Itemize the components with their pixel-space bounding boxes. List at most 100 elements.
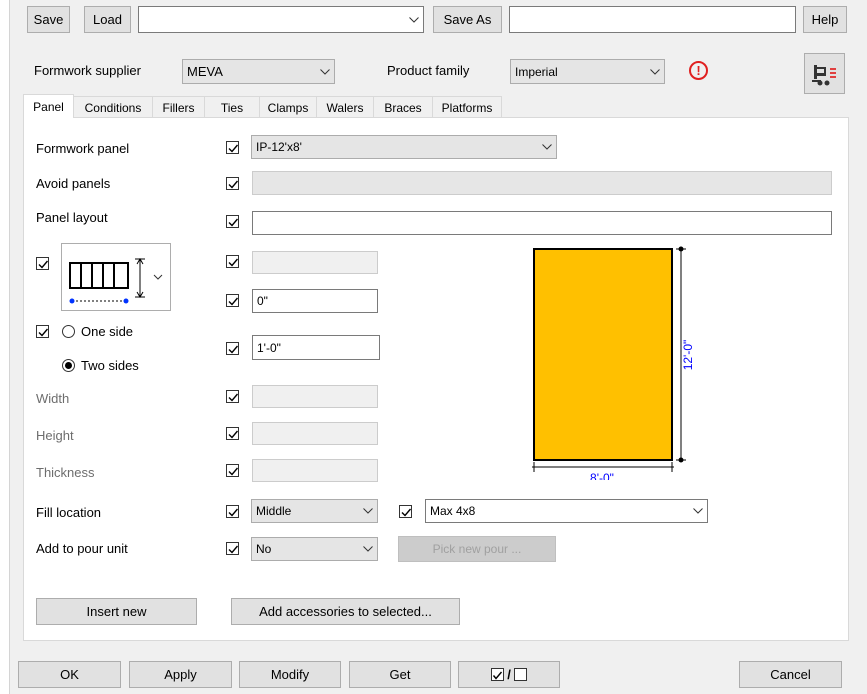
height-input[interactable] [252,422,378,445]
forklift-icon [811,64,836,85]
chevron-down-icon [405,16,423,23]
spacing-input[interactable]: 1'-0" [252,335,380,360]
spacing-checkbox[interactable] [226,342,239,355]
tab-ties-label: Ties [220,100,244,115]
chevron-down-icon [646,68,664,75]
tab-conditions[interactable]: Conditions [74,96,153,118]
panel-layout-checkbox[interactable] [226,215,239,228]
supplier-value: MEVA [187,64,223,79]
get-button[interactable]: Get [349,661,451,688]
apply-button[interactable]: Apply [129,661,232,688]
width-label: Width [36,391,70,406]
tab-platforms-label: Platforms [441,100,493,115]
chevron-down-icon [538,144,556,150]
preset-select[interactable] [138,6,424,33]
help-button[interactable]: Help [803,6,847,33]
checked-box-icon [491,668,505,681]
family-select[interactable]: Imperial [510,59,665,84]
insert-new-button[interactable]: Insert new [36,598,197,625]
tab-braces-label: Braces [384,100,422,115]
supplier-select[interactable]: MEVA [182,59,335,84]
tab-fillers-label: Fillers [162,100,195,115]
fill-location-select[interactable]: Middle [251,499,378,523]
tab-conditions-label: Conditions [84,100,142,115]
chevron-down-icon [689,508,707,514]
tab-walers[interactable]: Walers [317,96,374,118]
load-button[interactable]: Load [84,6,131,33]
supplier-label: Formwork supplier [34,63,141,78]
blank-field-checkbox[interactable] [226,255,239,268]
tab-panel-label: Panel [33,99,64,114]
panel-pattern-icon [69,258,163,304]
height-label: Height [36,428,74,443]
save-as-name-input[interactable] [509,6,796,33]
forklift-button[interactable] [804,53,845,94]
height-checkbox[interactable] [226,427,239,440]
cancel-button[interactable]: Cancel [739,661,842,688]
thickness-input[interactable] [252,459,378,482]
layout-pattern-checkbox[interactable] [36,257,49,270]
fill-location-label: Fill location [36,505,102,520]
blank-field-input[interactable] [252,251,378,274]
add-accessories-button[interactable]: Add accessories to selected... [231,598,460,625]
tab-fillers[interactable]: Fillers [153,96,205,118]
avoid-panels-input[interactable] [252,171,832,195]
width-input[interactable] [252,385,378,408]
width-dimension-label: 8'-0" [590,471,614,480]
panel-tab-content [23,117,849,641]
formwork-panel-checkbox[interactable] [226,141,239,154]
avoid-panels-label: Avoid panels [36,176,111,191]
left-window-edge [0,0,10,694]
offset-checkbox[interactable] [226,294,239,307]
panel-layout-input[interactable] [252,211,832,235]
family-value: Imperial [515,64,558,79]
fill-location-checkbox[interactable] [226,505,239,518]
max-size-value: Max 4x8 [430,504,476,518]
tab-clamps-label: Clamps [267,100,309,115]
thickness-checkbox[interactable] [226,464,239,477]
add-pour-value: No [256,542,272,556]
layout-pattern-select[interactable] [61,243,171,311]
add-pour-checkbox[interactable] [226,542,239,555]
max-size-checkbox[interactable] [399,505,412,518]
panel-layout-label: Panel layout [36,210,108,225]
two-sides-label: Two sides [81,358,139,373]
pick-pour-button[interactable]: Pick new pour ... [398,536,556,562]
chevron-down-icon [359,546,377,552]
add-pour-select[interactable]: No [251,537,378,561]
thickness-label: Thickness [36,465,95,480]
tab-walers-label: Walers [326,100,364,115]
width-checkbox[interactable] [226,390,239,403]
formwork-panel-label: Formwork panel [36,141,130,156]
panel-preview-rect [533,248,673,461]
offset-input[interactable]: 0" [252,289,378,313]
warning-icon[interactable]: ! [689,61,708,80]
save-as-button[interactable]: Save As [433,6,502,33]
modify-button[interactable]: Modify [239,661,341,688]
formwork-panel-value: IP-12'x8' [256,140,302,154]
max-size-select[interactable]: Max 4x8 [425,499,708,523]
panel-preview: 12'-0" 8'-0" [532,246,695,480]
tab-ties[interactable]: Ties [205,96,260,118]
height-dimension-label: 12'-0" [681,340,695,371]
family-label: Product family [387,63,470,78]
add-pour-label: Add to pour unit [36,541,128,556]
toggle-all-button[interactable]: / [458,661,560,688]
ok-button[interactable]: OK [18,661,121,688]
chevron-down-icon [359,508,377,514]
one-side-radio[interactable] [62,325,75,338]
tab-clamps[interactable]: Clamps [260,96,317,118]
two-sides-radio[interactable] [62,359,75,372]
tab-braces[interactable]: Braces [374,96,433,118]
save-button[interactable]: Save [27,6,70,33]
sides-checkbox[interactable] [36,325,49,338]
fill-location-value: Middle [256,504,292,518]
chevron-down-icon [316,68,334,75]
formwork-panel-select[interactable]: IP-12'x8' [251,135,557,159]
avoid-panels-checkbox[interactable] [226,177,239,190]
tab-panel[interactable]: Panel [23,94,74,118]
one-side-label: One side [81,324,134,339]
unchecked-box-icon [513,668,527,681]
tab-platforms[interactable]: Platforms [433,96,502,118]
toggle-separator: / [507,667,511,682]
